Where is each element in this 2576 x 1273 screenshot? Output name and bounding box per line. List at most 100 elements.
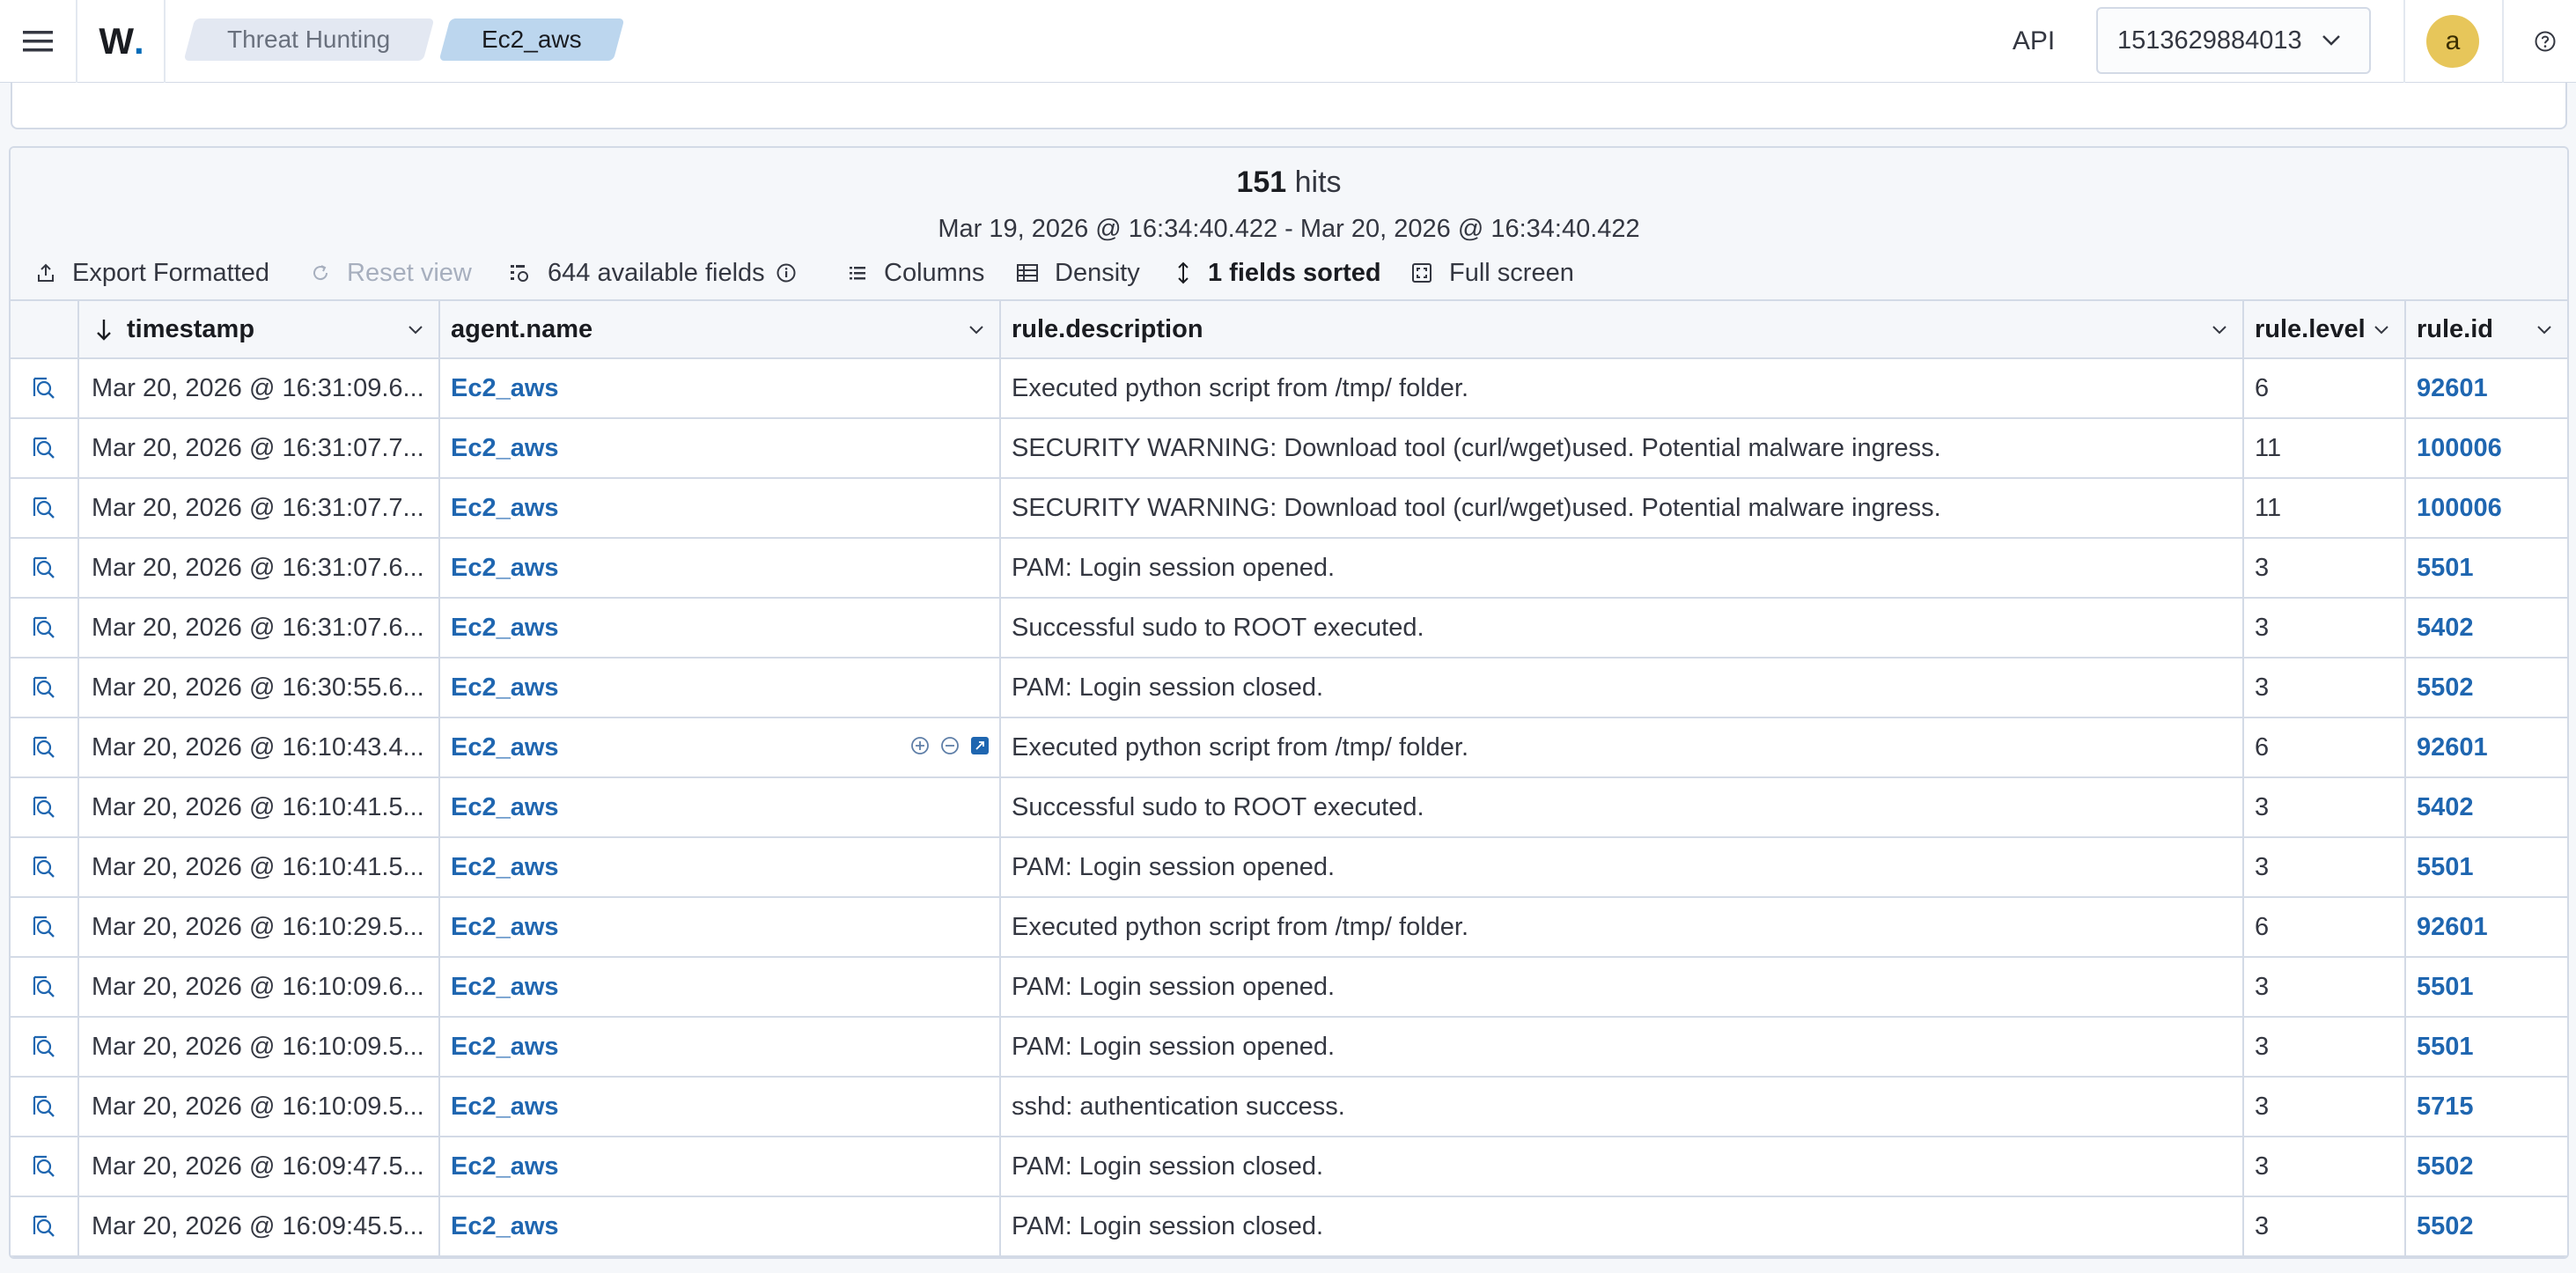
expand-row-icon[interactable] — [11, 898, 79, 956]
table-row: Mar 20, 2026 @ 16:09:45.5... Ec2_aws PAM: … — [11, 1197, 2567, 1257]
rule-id-link[interactable]: 5501 — [2417, 1033, 2474, 1062]
agent-name-cell: Ec2_aws — [440, 479, 1001, 537]
agent-name-link[interactable]: Ec2_aws — [451, 434, 559, 463]
agent-name-cell: Ec2_aws — [440, 958, 1001, 1016]
agent-name-link[interactable]: Ec2_aws — [451, 1033, 559, 1062]
density-button[interactable]: Density — [1016, 252, 1140, 294]
rule-id-link[interactable]: 5501 — [2417, 853, 2474, 882]
rule-description-cell: PAM: Login session opened. — [1001, 838, 2244, 896]
expand-row-icon[interactable] — [11, 1197, 79, 1255]
rule-description-cell: Successful sudo to ROOT executed. — [1001, 599, 2244, 657]
reset-view-button[interactable]: Reset view — [310, 252, 472, 294]
rule-level-cell: 3 — [2244, 778, 2406, 836]
results-summary: 151 hits Mar 19, 2026 @ 16:34:40.422 - M… — [11, 148, 2567, 299]
help-icon[interactable] — [2514, 0, 2576, 83]
export-formatted-button[interactable]: Export Formatted — [35, 252, 269, 294]
expand-row-icon[interactable] — [11, 479, 79, 537]
header-divider — [76, 0, 77, 83]
rule-id-link[interactable]: 100006 — [2417, 494, 2502, 523]
rule-level-cell: 3 — [2244, 838, 2406, 896]
rule-id-link[interactable]: 5402 — [2417, 614, 2474, 643]
breadcrumb-label: Threat Hunting — [227, 26, 391, 53]
sort-fields-button[interactable]: 1 fields sorted — [1174, 252, 1381, 294]
timestamp-cell: Mar 20, 2026 @ 16:09:45.5... — [79, 1197, 440, 1255]
breadcrumb-ec2-aws[interactable]: Ec2_aws — [438, 18, 625, 61]
rule-id-link[interactable]: 5715 — [2417, 1093, 2474, 1122]
columns-button[interactable]: Columns — [847, 252, 984, 294]
table-row: Mar 20, 2026 @ 16:10:41.5... Ec2_aws PAM: … — [11, 838, 2567, 898]
timestamp-cell: Mar 20, 2026 @ 16:31:07.6... — [79, 599, 440, 657]
expand-row-icon[interactable] — [11, 1018, 79, 1076]
rule-level-cell: 3 — [2244, 1197, 2406, 1255]
agent-name-link[interactable]: Ec2_aws — [451, 1093, 559, 1122]
column-header-label: timestamp — [127, 314, 255, 343]
data-grid-toolbar: Export Formatted Reset view 644 availabl… — [11, 252, 2567, 294]
column-header-rule-description[interactable]: rule.description — [1001, 301, 2244, 357]
agent-name-link[interactable]: Ec2_aws — [451, 554, 559, 583]
column-header-rule-id[interactable]: rule.id — [2406, 301, 2567, 357]
rule-id-cell: 5501 — [2406, 1018, 2567, 1076]
chevron-down-icon[interactable] — [2534, 319, 2555, 340]
agent-name-link[interactable]: Ec2_aws — [451, 494, 559, 523]
expand-row-icon[interactable] — [11, 659, 79, 717]
rule-level-cell: 11 — [2244, 419, 2406, 477]
chevron-down-icon[interactable] — [2209, 319, 2230, 340]
rule-id-link[interactable]: 100006 — [2417, 434, 2502, 463]
sorted-label: 1 fields sorted — [1208, 258, 1381, 287]
agent-name-link[interactable]: Ec2_aws — [451, 1212, 559, 1241]
expand-row-icon[interactable] — [11, 539, 79, 597]
rule-description-cell: Executed python script from /tmp/ folder… — [1001, 359, 2244, 417]
toggle-column-icon[interactable] — [969, 735, 990, 756]
chevron-down-icon[interactable] — [966, 319, 987, 340]
rule-id-link[interactable]: 5501 — [2417, 973, 2474, 1002]
agent-name-link[interactable]: Ec2_aws — [451, 973, 559, 1002]
agent-name-link[interactable]: Ec2_aws — [451, 374, 559, 403]
fields-icon — [511, 265, 528, 282]
rule-id-link[interactable]: 5501 — [2417, 554, 2474, 583]
timestamp-cell: Mar 20, 2026 @ 16:10:09.5... — [79, 1018, 440, 1076]
agent-name-link[interactable]: Ec2_aws — [451, 913, 559, 942]
agent-name-link[interactable]: Ec2_aws — [451, 673, 559, 703]
expand-row-icon[interactable] — [11, 599, 79, 657]
info-icon[interactable] — [776, 262, 797, 283]
chevron-down-icon[interactable] — [405, 319, 426, 340]
chevron-down-icon[interactable] — [2371, 319, 2392, 340]
filter-in-icon[interactable] — [909, 735, 931, 756]
expand-row-icon[interactable] — [11, 838, 79, 896]
filter-out-icon[interactable] — [939, 735, 960, 756]
avatar[interactable]: a — [2426, 15, 2479, 68]
agent-name-link[interactable]: Ec2_aws — [451, 793, 559, 822]
rule-description-cell: PAM: Login session opened. — [1001, 1018, 2244, 1076]
available-fields-button[interactable]: 644 available fields — [509, 252, 797, 294]
column-header-timestamp[interactable]: timestamp — [79, 301, 440, 357]
tenant-value: 1513629884013 — [2117, 26, 2302, 55]
agent-name-link[interactable]: Ec2_aws — [451, 614, 559, 643]
expand-row-icon[interactable] — [11, 778, 79, 836]
rule-id-link[interactable]: 5502 — [2417, 1212, 2474, 1241]
rule-id-link[interactable]: 5502 — [2417, 1152, 2474, 1181]
full-screen-button[interactable]: Full screen — [1410, 252, 1574, 294]
column-header-rule-level[interactable]: rule.level — [2244, 301, 2406, 357]
expand-row-icon[interactable] — [11, 718, 79, 776]
rule-id-link[interactable]: 5402 — [2417, 793, 2474, 822]
breadcrumb-threat-hunting[interactable]: Threat Hunting — [183, 18, 435, 61]
logo[interactable]: W. — [79, 0, 164, 83]
column-header-agent-name[interactable]: agent.name — [440, 301, 1001, 357]
rule-id-link[interactable]: 92601 — [2417, 733, 2488, 762]
rule-id-link[interactable]: 92601 — [2417, 913, 2488, 942]
expand-row-icon[interactable] — [11, 1137, 79, 1196]
tenant-selector[interactable]: 1513629884013 — [2096, 7, 2371, 74]
columns-label: Columns — [884, 258, 985, 287]
agent-name-link[interactable]: Ec2_aws — [451, 1152, 559, 1181]
expand-row-icon[interactable] — [11, 359, 79, 417]
rule-id-link[interactable]: 5502 — [2417, 673, 2474, 703]
expand-row-icon[interactable] — [11, 419, 79, 477]
table-row: Mar 20, 2026 @ 16:10:09.6... Ec2_aws PAM: … — [11, 958, 2567, 1018]
agent-name-link[interactable]: Ec2_aws — [451, 733, 559, 762]
menu-icon[interactable] — [0, 0, 76, 83]
agent-name-link[interactable]: Ec2_aws — [451, 853, 559, 882]
rule-id-link[interactable]: 92601 — [2417, 374, 2488, 403]
expand-row-icon[interactable] — [11, 958, 79, 1016]
expand-row-icon[interactable] — [11, 1078, 79, 1136]
api-link[interactable]: API — [1985, 0, 2082, 83]
